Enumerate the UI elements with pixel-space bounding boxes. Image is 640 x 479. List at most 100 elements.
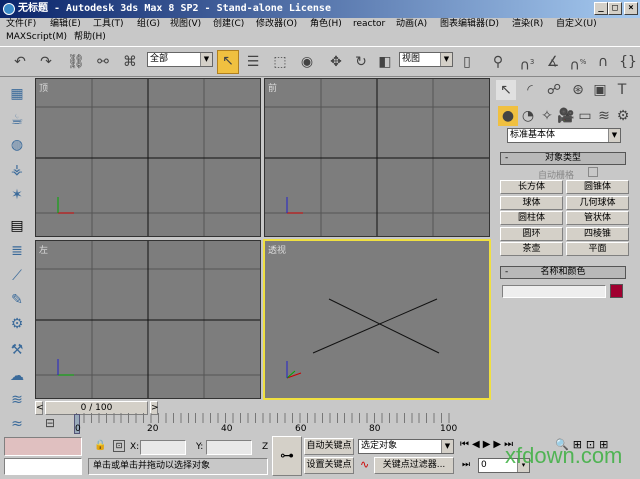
cameras-icon[interactable]: 🎥	[556, 106, 576, 126]
minimize-button[interactable]: _	[594, 2, 608, 15]
undo-icon[interactable]: ↶	[10, 52, 30, 72]
unlink-icon[interactable]: ⚯	[93, 52, 113, 72]
geosphere-button[interactable]: 几何球体	[566, 196, 629, 210]
manipulate-icon[interactable]: ⚲	[488, 52, 508, 72]
box-button[interactable]: 长方体	[500, 180, 563, 194]
cylinder-button[interactable]: 圆柱体	[500, 211, 563, 225]
geometry-icon[interactable]: ●	[498, 106, 518, 126]
space-warps-icon[interactable]: ≋	[594, 106, 614, 126]
menu-character[interactable]: 角色(H)	[310, 18, 342, 31]
display-tab-icon[interactable]: ▣	[590, 80, 610, 100]
sphere-button[interactable]: 球体	[500, 196, 563, 210]
menu-create[interactable]: 创建(C)	[213, 18, 244, 31]
key-mode-dropdown[interactable]: 选定对象 ▼	[358, 439, 454, 454]
named-selection-icon[interactable]: {}	[618, 52, 638, 72]
menu-rendering[interactable]: 渲染(R)	[512, 18, 543, 31]
menu-animation[interactable]: 动画(A)	[396, 18, 427, 31]
tube-button[interactable]: 管状体	[566, 211, 629, 225]
selection-filter-dropdown[interactable]: 全部 ▼	[147, 52, 213, 67]
pivot-center-icon[interactable]: ▯	[457, 52, 477, 72]
star-icon[interactable]: ✶	[7, 185, 27, 205]
menu-file[interactable]: 文件(F)	[6, 18, 36, 31]
paint-icon[interactable]: ✎	[7, 290, 27, 310]
maximize-button[interactable]: □	[608, 2, 622, 15]
systems-icon[interactable]: ⚙	[613, 106, 633, 126]
viewport-left[interactable]: 左	[35, 240, 261, 399]
link-icon[interactable]: ⛓	[66, 52, 86, 72]
viewport-label[interactable]: 左	[39, 243, 48, 256]
scale-icon[interactable]: ◧	[375, 52, 395, 72]
reference-coordinate-dropdown[interactable]: 视图 ▼	[399, 52, 453, 67]
menu-maxscript[interactable]: MAXScript(M)	[6, 31, 67, 44]
gear-icon[interactable]: ⚙	[7, 314, 27, 334]
sphere-icon[interactable]: ◍	[7, 135, 27, 155]
maxscript-input[interactable]	[4, 458, 82, 475]
bone-icon[interactable]: ⟋	[7, 266, 27, 286]
viewport-perspective[interactable]: 透视	[263, 239, 491, 400]
spinner-snap-icon[interactable]: ∩	[593, 52, 613, 72]
shapes-icon[interactable]: ◔	[518, 106, 538, 126]
bind-space-warp-icon[interactable]: ⌘	[120, 52, 140, 72]
absolute-mode-icon[interactable]: ⊡	[113, 440, 125, 452]
window-crossing-icon[interactable]: ◉	[297, 52, 317, 72]
menu-edit[interactable]: 编辑(E)	[50, 18, 81, 31]
teapot-icon[interactable]: ☕	[7, 110, 27, 130]
rectangular-selection-icon[interactable]: ⬚	[270, 52, 290, 72]
track-bar[interactable]	[76, 413, 456, 423]
helpers-icon[interactable]: ▭	[575, 106, 595, 126]
modify-tab-icon[interactable]: ◜	[520, 80, 540, 100]
angle-snap-icon[interactable]: ∡	[543, 52, 563, 72]
key-icon[interactable]: ⊶	[272, 436, 302, 476]
auto-key-button[interactable]: 自动关键点	[304, 438, 354, 455]
render-icon[interactable]: ☁	[7, 366, 27, 386]
object-type-rollout-header[interactable]: - 对象类型	[500, 152, 626, 165]
menu-graph-editors[interactable]: 图表编辑器(D)	[440, 18, 499, 31]
select-object-icon[interactable]: ↖	[217, 50, 239, 74]
object-color-swatch[interactable]	[610, 284, 623, 298]
menu-help[interactable]: 帮助(H)	[74, 31, 106, 44]
menu-reactor[interactable]: reactor	[353, 18, 385, 31]
cone-button[interactable]: 圆锥体	[566, 180, 629, 194]
viewport-top[interactable]: 顶	[35, 78, 261, 237]
utilities-tab-icon[interactable]: T	[612, 80, 632, 100]
viewport-label[interactable]: 前	[268, 81, 277, 94]
light-icon[interactable]: ⚶	[7, 160, 27, 180]
create-tab-icon[interactable]: ↖	[496, 80, 516, 100]
curve-editor-icon[interactable]: ⊟	[40, 413, 60, 433]
menu-views[interactable]: 视图(V)	[170, 18, 201, 31]
torus-button[interactable]: 圆环	[500, 227, 563, 241]
select-by-name-icon[interactable]: ☰	[243, 52, 263, 72]
motion-tab-icon[interactable]: ⊛	[568, 80, 588, 100]
menu-group[interactable]: 组(G)	[137, 18, 160, 31]
plane-button[interactable]: 平面	[566, 242, 629, 256]
redo-icon[interactable]: ↷	[36, 52, 56, 72]
name-color-rollout-header[interactable]: - 名称和颜色	[500, 266, 626, 279]
menu-tools[interactable]: 工具(T)	[93, 18, 124, 31]
viewport-label[interactable]: 透视	[268, 243, 286, 256]
viewport-label[interactable]: 顶	[39, 81, 48, 94]
lights-icon[interactable]: ✧	[537, 106, 557, 126]
menu-modifiers[interactable]: 修改器(O)	[256, 18, 297, 31]
maxscript-listener-mini[interactable]	[4, 437, 82, 456]
snaps-toggle-icon[interactable]: ∩3	[517, 52, 537, 74]
menu-customize[interactable]: 自定义(U)	[556, 18, 597, 31]
key-tangent-icon[interactable]: ∿	[360, 458, 369, 471]
viewport-layout-icon[interactable]: ▤	[7, 216, 27, 236]
hammer-icon[interactable]: ⚒	[7, 340, 27, 360]
teapot-button[interactable]: 茶壶	[500, 242, 563, 256]
object-name-input[interactable]	[502, 285, 606, 298]
set-key-button[interactable]: 设置关键点	[304, 457, 354, 474]
key-filters-button[interactable]: 关键点过滤器...	[374, 457, 454, 474]
close-button[interactable]: ×	[624, 2, 638, 15]
hierarchy-tab-icon[interactable]: ☍	[544, 80, 564, 100]
percent-snap-icon[interactable]: ∩%	[568, 52, 588, 74]
lock-icon[interactable]: 🔒	[94, 440, 106, 451]
viewport-front[interactable]: 前	[264, 78, 490, 237]
layers-icon[interactable]: ≣	[7, 241, 27, 261]
move-icon[interactable]: ✥	[326, 52, 346, 72]
x-coordinate-input[interactable]	[140, 440, 186, 455]
key-mode-toggle-icon[interactable]: ⏭	[462, 460, 470, 470]
auto-grid-checkbox[interactable]	[588, 167, 598, 177]
category-dropdown[interactable]: 标准基本体 ▼	[507, 128, 621, 143]
rotate-icon[interactable]: ↻	[351, 52, 371, 72]
